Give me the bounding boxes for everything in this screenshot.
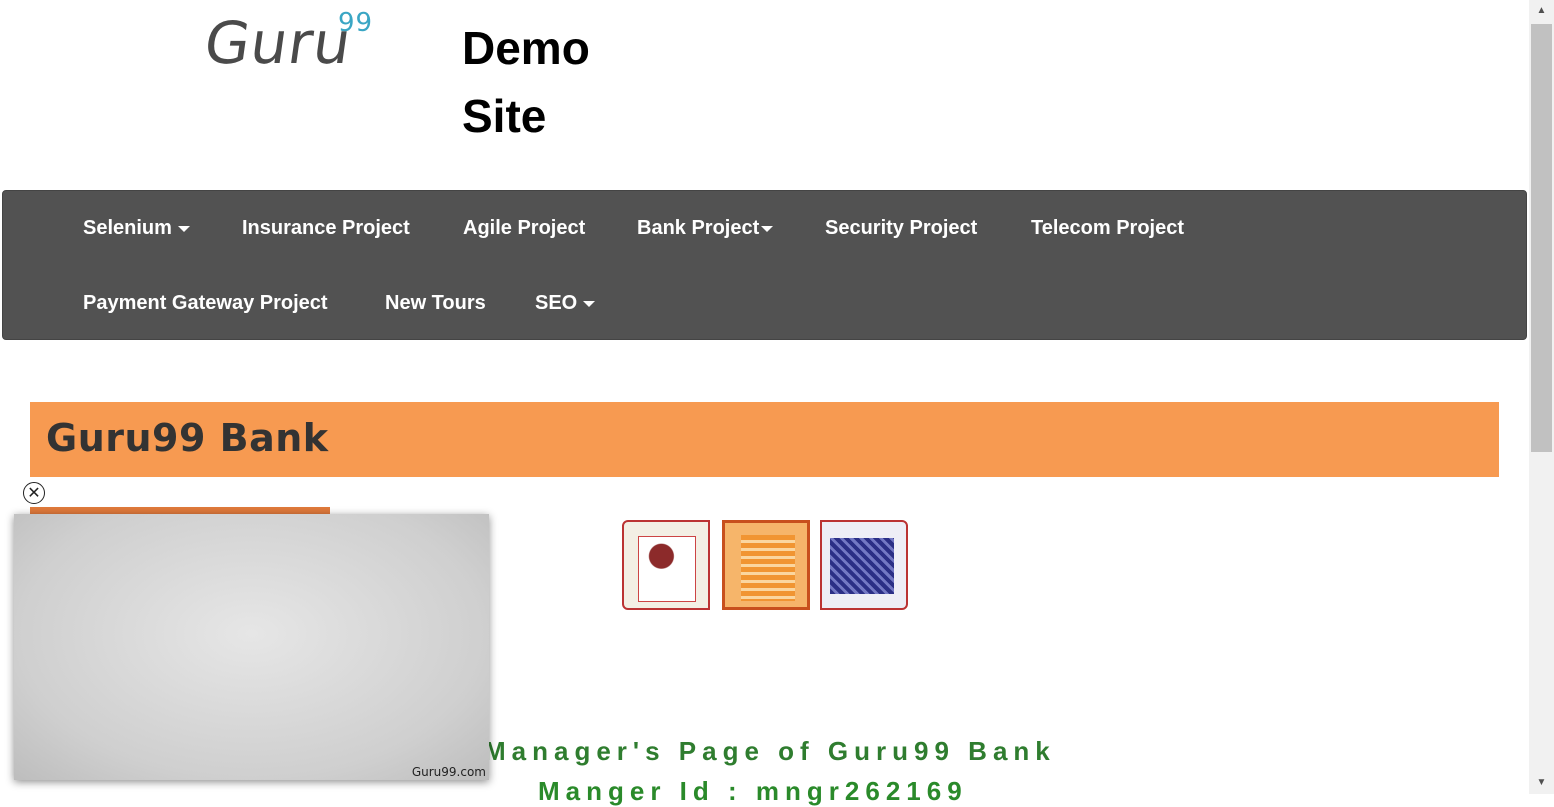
site-title: Demo Site xyxy=(462,22,590,142)
nav-item-agile-project[interactable]: Agile Project xyxy=(463,217,585,240)
nav-item-bank-project[interactable]: Bank Project xyxy=(637,217,774,240)
logo-superscript: 99 xyxy=(338,8,374,38)
nav-item-label: Insurance Project xyxy=(242,217,410,239)
nav-item-label: Agile Project xyxy=(463,217,586,239)
nav-item-label: New Tours xyxy=(385,292,486,314)
scroll-down-arrow-icon[interactable]: ▼ xyxy=(1529,772,1554,794)
caret-down-icon xyxy=(177,225,190,232)
nav-item-label: Selenium xyxy=(83,217,172,239)
close-icon[interactable]: ✕ xyxy=(23,482,45,504)
banner-title: Guru99 Bank xyxy=(46,416,329,460)
woman-laptop-image xyxy=(820,520,908,610)
nav-item-telecom-project[interactable]: Telecom Project xyxy=(1031,217,1184,240)
video-brand-label: Guru99.com xyxy=(411,765,486,779)
manager-id-text: Manger Id : mngr262169 xyxy=(538,776,968,806)
logo-text: Guru xyxy=(200,9,357,77)
bank-images-strip xyxy=(622,520,912,612)
video-overlay[interactable]: Guru99.com xyxy=(14,514,489,780)
nav-item-seo[interactable]: SEO xyxy=(535,292,596,315)
nav-item-label: SEO xyxy=(535,292,578,314)
coins-stack-image xyxy=(722,520,810,610)
bank-banner: Guru99 Bank xyxy=(30,402,1499,477)
scroll-up-arrow-icon[interactable]: ▲ xyxy=(1529,0,1554,22)
businessman-phone-image xyxy=(622,520,710,610)
welcome-heading: Manager's Page of Guru99 Bank xyxy=(484,736,1056,766)
nav-item-label: Telecom Project xyxy=(1031,217,1185,239)
nav-item-selenium[interactable]: Selenium xyxy=(83,217,190,240)
caret-down-icon xyxy=(761,225,774,232)
nav-item-security-project[interactable]: Security Project xyxy=(825,217,977,240)
caret-down-icon xyxy=(583,300,596,307)
nav-item-label: Payment Gateway Project xyxy=(83,292,328,314)
nav-item-label: Bank Project xyxy=(637,217,760,239)
nav-item-new-tours[interactable]: New Tours xyxy=(385,292,486,315)
guru99-logo[interactable]: Guru 99 xyxy=(200,9,372,77)
scrollbar-thumb[interactable] xyxy=(1531,24,1552,452)
page-scrollbar[interactable]: ▲ ▼ xyxy=(1529,0,1554,794)
main-navbar: Selenium Insurance Project Agile Project… xyxy=(2,190,1527,340)
nav-item-payment-gateway-project[interactable]: Payment Gateway Project xyxy=(83,292,328,315)
nav-item-label: Security Project xyxy=(825,217,978,239)
nav-item-insurance-project[interactable]: Insurance Project xyxy=(242,217,410,240)
